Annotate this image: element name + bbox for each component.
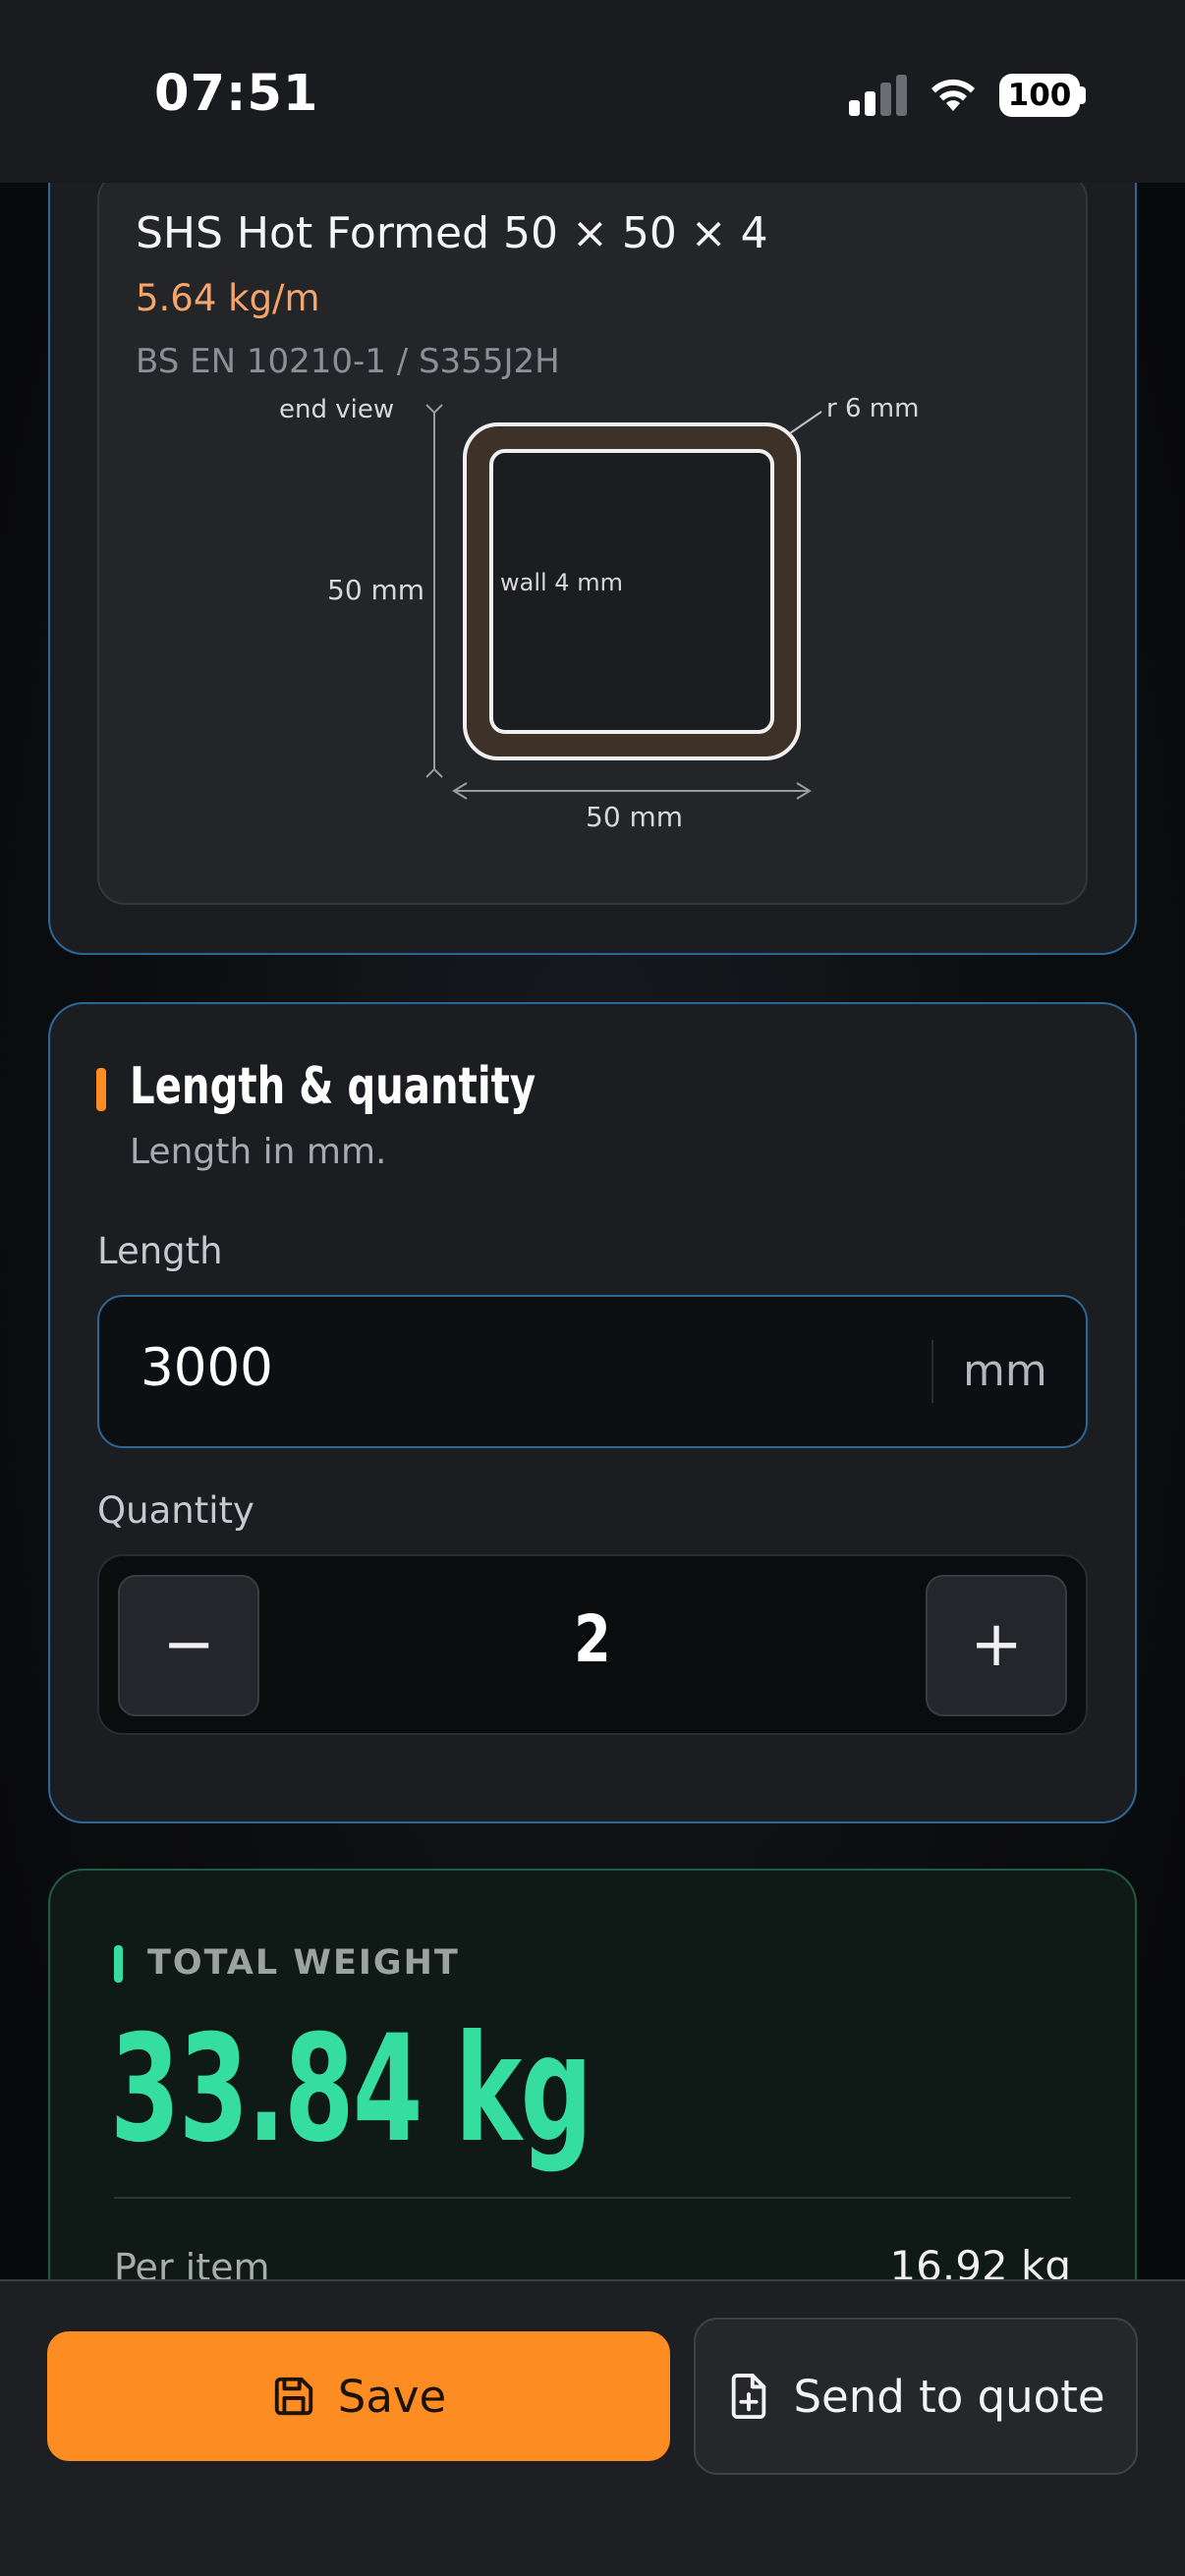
floppy-disk-icon bbox=[274, 2377, 312, 2416]
total-weight-label: TOTAL WEIGHT bbox=[147, 1943, 460, 1983]
width-label: 50 mm bbox=[586, 801, 683, 833]
increment-button[interactable]: + bbox=[926, 1575, 1067, 1716]
total-weight-value: 33.84 kg bbox=[110, 2004, 592, 2175]
length-input-value[interactable]: 3000 bbox=[141, 1338, 273, 1398]
radius-leader-line bbox=[789, 411, 822, 434]
send-to-quote-label: Send to quote bbox=[793, 2370, 1105, 2423]
quantity-field-label: Quantity bbox=[97, 1489, 254, 1532]
section-subtitle: Length in mm. bbox=[130, 1132, 387, 1172]
quantity-value: 2 bbox=[574, 1601, 611, 1677]
wifi-icon bbox=[931, 79, 975, 111]
total-divider bbox=[114, 2197, 1071, 2199]
battery-indicator: 100 bbox=[999, 74, 1080, 117]
decrement-button[interactable]: − bbox=[118, 1575, 259, 1716]
profile-weight-per-meter: 5.64 kg/m bbox=[136, 277, 320, 319]
save-button[interactable]: Save bbox=[47, 2331, 670, 2461]
wall-thickness-label: wall 4 mm bbox=[500, 569, 623, 596]
height-label: 50 mm bbox=[327, 574, 424, 606]
section-title: Length & quantity bbox=[130, 1057, 536, 1116]
end-view-label: end view bbox=[279, 395, 394, 424]
length-unit: mm bbox=[963, 1346, 1047, 1396]
cellular-signal-icon bbox=[849, 75, 908, 116]
battery-nub bbox=[1080, 86, 1086, 104]
total-accent-bar bbox=[114, 1945, 123, 1983]
radius-label: r 6 mm bbox=[826, 394, 919, 423]
length-field-label: Length bbox=[97, 1230, 223, 1272]
unit-divider bbox=[931, 1340, 933, 1403]
send-to-quote-button[interactable]: Send to quote bbox=[694, 2318, 1138, 2475]
profile-title: SHS Hot Formed 50 × 50 × 4 bbox=[136, 208, 768, 258]
status-time: 07:51 bbox=[154, 65, 319, 123]
save-button-label: Save bbox=[337, 2370, 447, 2423]
profile-standard: BS EN 10210-1 / S355J2H bbox=[136, 342, 560, 381]
section-end-view-diagram: end view 50 mm 50 mm r 6 mm wall 4 mm bbox=[279, 394, 919, 833]
file-plus-icon bbox=[732, 2374, 766, 2419]
section-accent-bar bbox=[96, 1068, 106, 1111]
